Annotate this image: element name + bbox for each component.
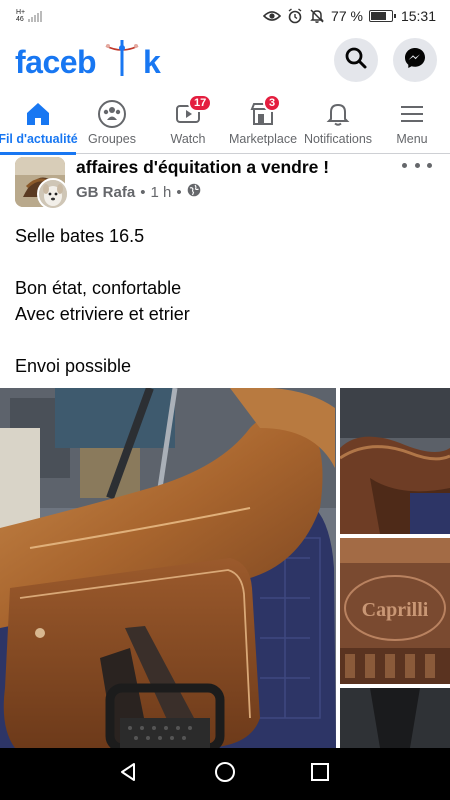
clock: 15:31	[400, 8, 436, 24]
watch-icon: 17	[174, 94, 213, 130]
tab-label: Watch	[170, 132, 206, 146]
bell-icon	[324, 98, 352, 130]
recents-button[interactable]	[308, 762, 332, 786]
home-button[interactable]	[213, 761, 237, 788]
marketplace-icon: 3	[249, 94, 282, 130]
tab-label: Marketplace	[228, 132, 298, 146]
post-line: Bon état, confortable	[15, 278, 182, 298]
app-header: faceb k	[0, 32, 450, 88]
post-meta: GB Rafa • 1 h •	[76, 183, 201, 201]
tab-groups[interactable]: Groupes	[80, 92, 144, 154]
bell-off-icon	[309, 8, 325, 24]
alarm-icon	[287, 8, 303, 24]
search-icon	[344, 46, 368, 75]
meta-separator: •	[176, 183, 182, 201]
eye-icon	[263, 10, 282, 22]
tab-menu[interactable]: Menu	[386, 92, 438, 154]
saddle-photo-4[interactable]	[340, 688, 450, 748]
status-bar: H+ 46 77 % 15:31	[0, 0, 450, 32]
battery-percent: 77 %	[331, 8, 363, 24]
carrier-sub: 46	[16, 16, 24, 23]
more-dot-icon	[402, 162, 407, 168]
tab-label: Menu	[396, 132, 428, 146]
battery-icon	[368, 10, 396, 22]
group-name[interactable]: affaires d'équitation a vendre !	[76, 157, 329, 178]
tab-bar: Fil d'actualité Groupes 17 Watch 3 Marke…	[0, 92, 450, 155]
signal-icon	[28, 10, 43, 22]
globe-icon	[187, 183, 201, 201]
tab-notifications[interactable]: Notifications	[301, 92, 375, 154]
post-line-blank	[15, 327, 435, 353]
facebook-logo-right[interactable]: k	[143, 44, 161, 81]
saddle-photo-main[interactable]	[0, 388, 336, 748]
search-button[interactable]	[334, 38, 378, 82]
groups-icon	[97, 98, 127, 130]
messenger-icon	[403, 46, 427, 75]
back-button[interactable]	[116, 762, 140, 786]
post-line: Envoi possible	[15, 356, 132, 376]
network-indicator: H+ 46	[16, 9, 43, 23]
saddle-photo-3[interactable]: Caprilli	[340, 538, 450, 684]
saddle-photo-2[interactable]	[340, 388, 450, 534]
post-time[interactable]: 1 h	[150, 184, 171, 201]
watch-badge: 17	[188, 94, 213, 112]
tab-label: Notifications	[303, 132, 373, 146]
more-dot-icon	[414, 162, 420, 168]
logo-decoration-icon	[100, 36, 144, 85]
author-avatar[interactable]	[37, 178, 69, 210]
photo-grid: Caprilli	[0, 388, 450, 748]
tab-marketplace[interactable]: 3 Marketplace	[226, 92, 300, 154]
carrier-type: H+	[16, 9, 26, 16]
post-body: Selle bates 16.5 Bon état, confortable A…	[15, 223, 435, 379]
meta-separator: •	[140, 183, 146, 201]
tab-label: Fil d'actualité	[0, 132, 78, 146]
messenger-button[interactable]	[393, 38, 437, 82]
tab-label: Groupes	[88, 132, 136, 146]
marketplace-badge: 3	[263, 94, 282, 112]
post-line: Selle bates 16.5	[15, 226, 145, 246]
post-header: affaires d'équitation a vendre ! GB Rafa…	[0, 155, 450, 215]
post-line-blank	[15, 249, 435, 275]
facebook-logo-left[interactable]: faceb	[15, 44, 97, 81]
back-icon	[117, 761, 139, 788]
author-name[interactable]: GB Rafa	[76, 184, 135, 201]
more-dot-icon	[427, 162, 432, 168]
photo-stamp-text: Caprilli	[362, 599, 429, 621]
home-circle-icon	[214, 761, 236, 788]
system-nav-bar	[0, 748, 450, 800]
post-line: Avec etriviere et etrier	[15, 304, 190, 324]
tab-watch[interactable]: 17 Watch	[158, 92, 218, 154]
recents-icon	[309, 761, 331, 788]
post-more-button[interactable]	[402, 155, 432, 175]
home-icon	[24, 98, 52, 130]
tab-news-feed[interactable]: Fil d'actualité	[0, 92, 78, 155]
hamburger-icon	[398, 98, 426, 130]
